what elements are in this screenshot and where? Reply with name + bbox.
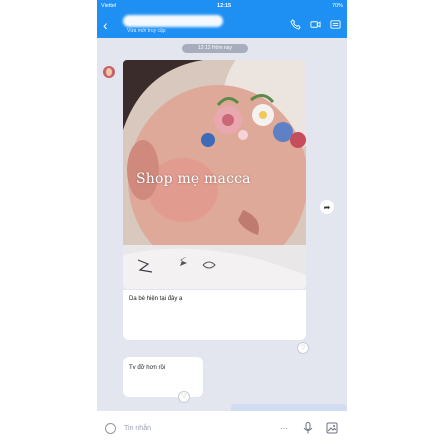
react-heart-icon[interactable]: ♡ xyxy=(178,391,190,403)
chat-screen: Viettel 12:15 70% ‹ Vừa mới truy cập 12:… xyxy=(97,0,347,445)
more-options-icon[interactable]: ··· xyxy=(277,421,291,435)
message-text: Da bé hiện tại đây ạ xyxy=(129,296,183,302)
back-chevron-icon[interactable]: ‹ xyxy=(103,17,115,33)
image-icon[interactable] xyxy=(325,421,339,435)
photo-watermark: Shop mẹ macca xyxy=(136,171,251,187)
emoji-icon[interactable] xyxy=(105,422,116,434)
video-call-icon[interactable] xyxy=(310,19,321,30)
clock: 12:15 xyxy=(217,3,232,9)
message-text: Tv đỡ hơn rồi xyxy=(129,365,166,371)
message-bubble[interactable]: Da bé hiện tại đây ạ xyxy=(123,290,306,340)
battery-label: 70% xyxy=(331,3,343,9)
share-icon[interactable]: ➦ xyxy=(320,200,334,214)
time-separator: 12:12 Hôm nay xyxy=(182,44,248,53)
react-heart-icon[interactable]: ♡ xyxy=(297,342,309,354)
contact-name-blurred xyxy=(123,15,223,27)
chat-header: ‹ Vừa mới truy cập xyxy=(97,12,347,38)
status-bar: Viettel 12:15 70% xyxy=(97,0,347,12)
microphone-icon[interactable] xyxy=(301,421,315,435)
sender-avatar[interactable] xyxy=(103,66,115,78)
carrier-label: Viettel xyxy=(101,3,117,9)
message-input[interactable]: Tin nhắn xyxy=(124,425,267,432)
menu-icon[interactable] xyxy=(330,19,341,30)
message-input-bar: Tin nhắn ··· xyxy=(97,411,347,445)
message-photo[interactable]: Shop mẹ macca xyxy=(123,60,306,289)
last-seen-status: Vừa mới truy cập xyxy=(127,28,166,34)
phone-call-icon[interactable] xyxy=(290,19,301,30)
message-bubble[interactable]: Tv đỡ hơn rồi xyxy=(123,357,203,397)
